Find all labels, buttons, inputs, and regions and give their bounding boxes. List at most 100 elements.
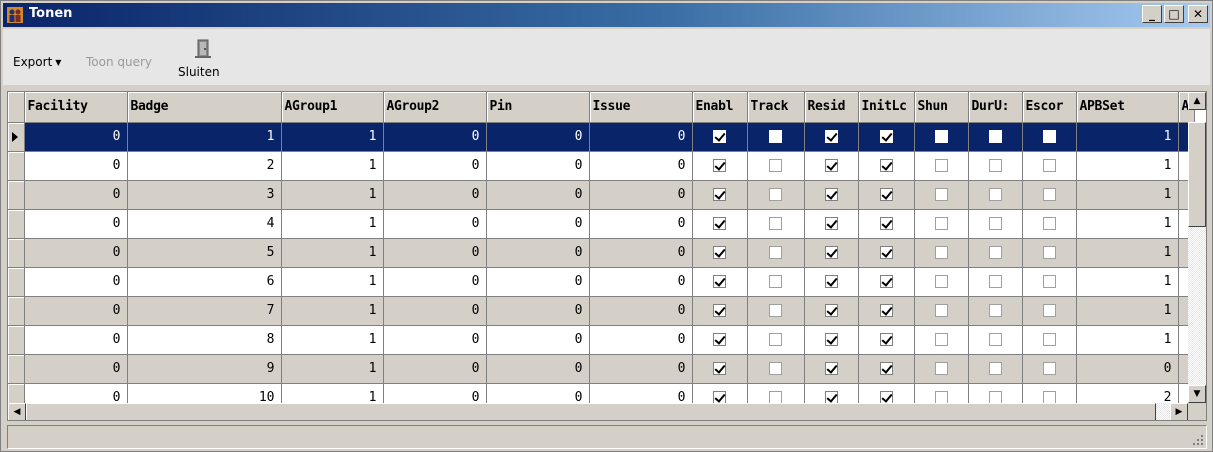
cell-facility[interactable]: 0 [24, 151, 128, 181]
cell-pin[interactable]: 0 [486, 209, 590, 239]
cell-agroup2[interactable]: 0 [383, 354, 487, 384]
cell-agroup1[interactable]: 1 [281, 180, 384, 210]
cell-apbset[interactable]: 1 [1076, 296, 1179, 326]
checkbox-duru[interactable] [988, 188, 1002, 201]
cell-apbset[interactable]: 1 [1076, 238, 1179, 268]
checkbox-resid[interactable] [824, 130, 838, 143]
checkbox-escor[interactable] [1042, 362, 1056, 375]
cell-apbset[interactable]: 1 [1076, 209, 1179, 239]
cell-facility[interactable]: 0 [24, 238, 128, 268]
column-header[interactable]: Track [747, 92, 805, 123]
scroll-up-button[interactable]: ▲ [1188, 92, 1206, 110]
cell-agroup1[interactable]: 1 [281, 151, 384, 181]
column-header[interactable]: Enabl [692, 92, 748, 123]
checkbox-duru[interactable] [988, 362, 1002, 375]
table-row[interactable]: 0910000 [8, 354, 1195, 384]
cell-pin[interactable]: 0 [486, 296, 590, 326]
resize-grip-icon[interactable] [1192, 434, 1204, 446]
cell-badge[interactable]: 5 [127, 238, 282, 268]
cell-badge[interactable]: 1 [127, 122, 282, 152]
title-bar[interactable]: Tonen _ □ ✕ [3, 3, 1210, 27]
table-row[interactable]: 0710001 [8, 296, 1195, 326]
checkbox-initlc[interactable] [879, 275, 893, 288]
column-header[interactable]: Shun [914, 92, 969, 123]
checkbox-enabl[interactable] [713, 159, 726, 172]
row-header[interactable] [8, 267, 25, 297]
checkbox-duru[interactable] [988, 246, 1002, 259]
table-row[interactable]: 0210001 [8, 151, 1195, 181]
cell-pin[interactable]: 0 [486, 354, 590, 384]
row-header[interactable] [8, 209, 25, 239]
cell-pin[interactable]: 0 [486, 325, 590, 355]
column-header[interactable]: Issue [589, 92, 693, 123]
checkbox-initlc[interactable] [879, 246, 893, 259]
checkbox-enabl[interactable] [713, 333, 726, 346]
cell-facility[interactable]: 0 [24, 296, 128, 326]
checkbox-shun[interactable] [934, 130, 948, 143]
cell-issue[interactable]: 0 [589, 238, 693, 268]
table-row[interactable]: 0810001 [8, 325, 1195, 355]
cell-agroup1[interactable]: 1 [281, 122, 384, 152]
row-header[interactable] [8, 354, 25, 384]
cell-pin[interactable]: 0 [486, 151, 590, 181]
checkbox-duru[interactable] [988, 304, 1002, 317]
horizontal-scroll-thumb[interactable] [26, 403, 1156, 420]
checkbox-escor[interactable] [1042, 188, 1056, 201]
cell-issue[interactable]: 0 [589, 296, 693, 326]
cell-agroup2[interactable]: 0 [383, 180, 487, 210]
checkbox-duru[interactable] [988, 217, 1002, 230]
checkbox-initlc[interactable] [879, 188, 893, 201]
table-row[interactable]: 0510001 [8, 238, 1195, 268]
table-row[interactable]: 0110001 [8, 122, 1195, 152]
checkbox-duru[interactable] [988, 333, 1002, 346]
column-header[interactable]: AGroup1 [281, 92, 384, 123]
cell-badge[interactable]: 4 [127, 209, 282, 239]
checkbox-enabl[interactable] [713, 217, 726, 230]
checkbox-enabl[interactable] [713, 130, 726, 143]
row-header[interactable] [8, 296, 25, 326]
checkbox-escor[interactable] [1042, 130, 1056, 143]
data-grid[interactable]: Facility Badge AGroup1 AGroup2 Pin Issue… [7, 91, 1207, 421]
column-header[interactable]: AGroup2 [383, 92, 487, 123]
cell-facility[interactable]: 0 [24, 354, 128, 384]
checkbox-escor[interactable] [1042, 217, 1056, 230]
cell-issue[interactable]: 0 [589, 267, 693, 297]
cell-issue[interactable]: 0 [589, 325, 693, 355]
scroll-left-button[interactable]: ◀ [8, 403, 26, 420]
cell-agroup1[interactable]: 1 [281, 267, 384, 297]
close-window-button[interactable]: ✕ [1188, 5, 1208, 23]
checkbox-shun[interactable] [934, 188, 948, 201]
cell-agroup2[interactable]: 0 [383, 296, 487, 326]
column-header[interactable]: Resid [804, 92, 859, 123]
checkbox-track[interactable] [769, 275, 782, 288]
cell-issue[interactable]: 0 [589, 209, 693, 239]
checkbox-resid[interactable] [824, 304, 838, 317]
column-header[interactable]: Escor [1022, 92, 1077, 123]
cell-pin[interactable]: 0 [486, 122, 590, 152]
column-header[interactable]: InitLc [858, 92, 915, 123]
column-header[interactable]: DurU: [968, 92, 1023, 123]
cell-agroup1[interactable]: 1 [281, 296, 384, 326]
close-tool-button[interactable]: Sluiten [173, 39, 233, 83]
table-row[interactable]: 0610001 [8, 267, 1195, 297]
checkbox-track[interactable] [769, 246, 782, 259]
cell-agroup1[interactable]: 1 [281, 209, 384, 239]
checkbox-enabl[interactable] [713, 246, 726, 259]
checkbox-shun[interactable] [934, 362, 948, 375]
row-header[interactable] [8, 151, 25, 181]
cell-agroup2[interactable]: 0 [383, 325, 487, 355]
cell-apbset[interactable]: 1 [1076, 180, 1179, 210]
checkbox-escor[interactable] [1042, 333, 1056, 346]
minimize-button[interactable]: _ [1142, 5, 1162, 23]
cell-badge[interactable]: 6 [127, 267, 282, 297]
scroll-down-button[interactable]: ▼ [1188, 385, 1206, 403]
cell-badge[interactable]: 7 [127, 296, 282, 326]
checkbox-resid[interactable] [824, 246, 838, 259]
cell-issue[interactable]: 0 [589, 122, 693, 152]
horizontal-scrollbar[interactable]: ◀ ▶ [8, 403, 1188, 420]
checkbox-enabl[interactable] [713, 304, 726, 317]
cell-agroup1[interactable]: 1 [281, 325, 384, 355]
cell-agroup2[interactable]: 0 [383, 122, 487, 152]
checkbox-initlc[interactable] [879, 362, 893, 375]
cell-issue[interactable]: 0 [589, 180, 693, 210]
